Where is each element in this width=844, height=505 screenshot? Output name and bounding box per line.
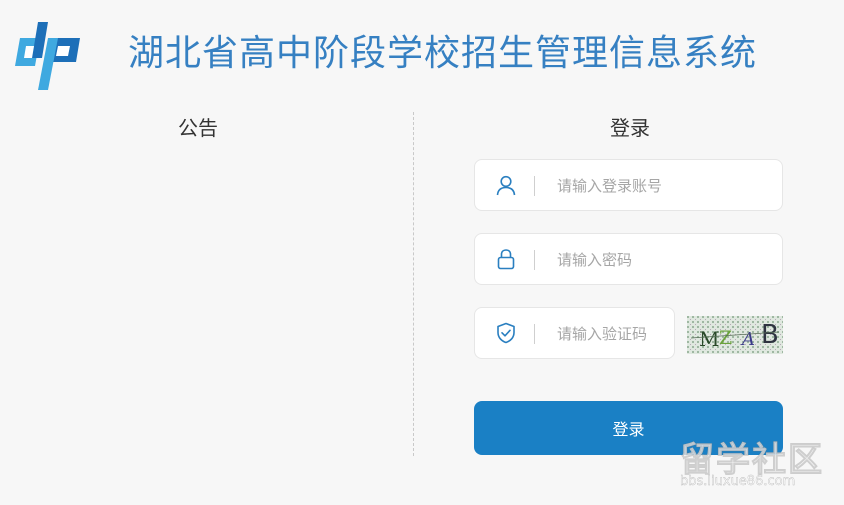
field-separator xyxy=(534,176,535,196)
brand-logo-icon xyxy=(8,14,84,92)
username-field[interactable] xyxy=(474,159,783,211)
watermark-url: bbs.liuxue86.com xyxy=(680,474,796,489)
captcha-field[interactable] xyxy=(474,307,675,359)
login-title: 登录 xyxy=(610,116,650,140)
captcha-char: Z xyxy=(719,327,732,349)
panel-divider xyxy=(413,112,414,456)
captcha-char: M xyxy=(699,327,719,351)
password-field[interactable] xyxy=(474,233,783,285)
captcha-input[interactable] xyxy=(555,320,662,348)
shield-check-icon xyxy=(495,322,517,344)
notice-title: 公告 xyxy=(178,116,218,140)
watermark: 留学社区 bbs.liuxue86.com xyxy=(676,432,844,505)
password-input[interactable] xyxy=(555,246,770,274)
header: 湖北省高中阶段学校招生管理信息系统 xyxy=(0,0,844,96)
field-separator xyxy=(534,324,535,344)
username-input[interactable] xyxy=(555,172,770,200)
captcha-char: B xyxy=(761,320,779,350)
user-icon xyxy=(495,174,517,196)
field-separator xyxy=(534,250,535,270)
site-title: 湖北省高中阶段学校招生管理信息系统 xyxy=(128,33,758,74)
captcha-image[interactable]: M Z A B xyxy=(687,316,783,354)
lock-icon xyxy=(495,248,517,270)
captcha-char: A xyxy=(740,329,755,350)
